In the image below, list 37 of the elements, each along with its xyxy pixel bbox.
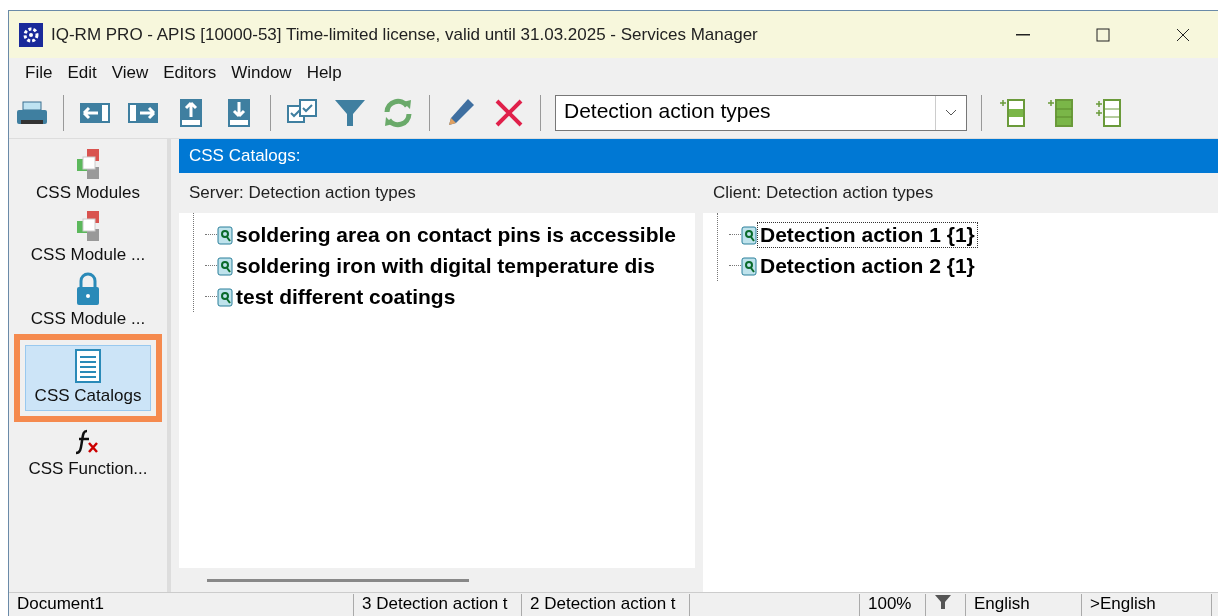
menu-item[interactable]: Edit [61,63,103,83]
document-search-icon [741,255,757,276]
tree-item[interactable]: test different coatings [233,283,459,310]
status-text: >English [1082,594,1212,616]
tree-item[interactable]: soldering area on contact pins is accessible [233,221,679,248]
menu-item[interactable]: View [105,63,155,83]
tree-item[interactable]: soldering iron with digital temperature dis [233,252,658,279]
minimize-icon [1016,33,1030,36]
app-gear-icon [19,22,43,47]
menu-item[interactable]: Editors [157,63,223,83]
close-icon [1175,26,1191,43]
panel-title: CSS Catalogs: [179,139,1218,173]
tree-item[interactable]: Detection action 1 {1} [757,221,978,248]
tree-item[interactable]: Detection action 2 {1} [757,252,978,279]
catalog-type-dropdown[interactable]: Detection action types [555,95,967,131]
filter-icon [934,594,952,610]
status-text: English [966,594,1082,616]
sidebar-item[interactable]: CSS Function... [12,427,164,479]
menu-item[interactable]: File [19,63,59,83]
menu-item[interactable]: Window [225,63,298,83]
window-title: IQ-RM PRO - APIS [10000-53] Time-limited license, valid until 31.03.2025 - Services Manager [51,24,759,45]
maximize-icon [1095,26,1111,43]
sidebar-item[interactable]: CSS Module ... [12,271,164,329]
document-search-icon [741,224,757,245]
chevron-down-icon [945,109,957,117]
document-search-icon [217,224,233,245]
pane-header: Client: Detection action types [703,173,1218,213]
document-search-icon [217,255,233,276]
document-search-icon [217,286,233,307]
sidebar-item[interactable]: CSS Module ... [12,209,164,265]
status-text: 2 Detection action t [522,594,690,616]
status-text: 100% [860,594,926,616]
sidebar-item[interactable]: CSS Modules [12,147,164,203]
menu-item[interactable]: Help [300,63,348,83]
status-text: Document1 [9,594,354,616]
pane-header: Server: Detection action types [179,173,695,213]
status-text: 3 Detection action t [354,594,522,616]
